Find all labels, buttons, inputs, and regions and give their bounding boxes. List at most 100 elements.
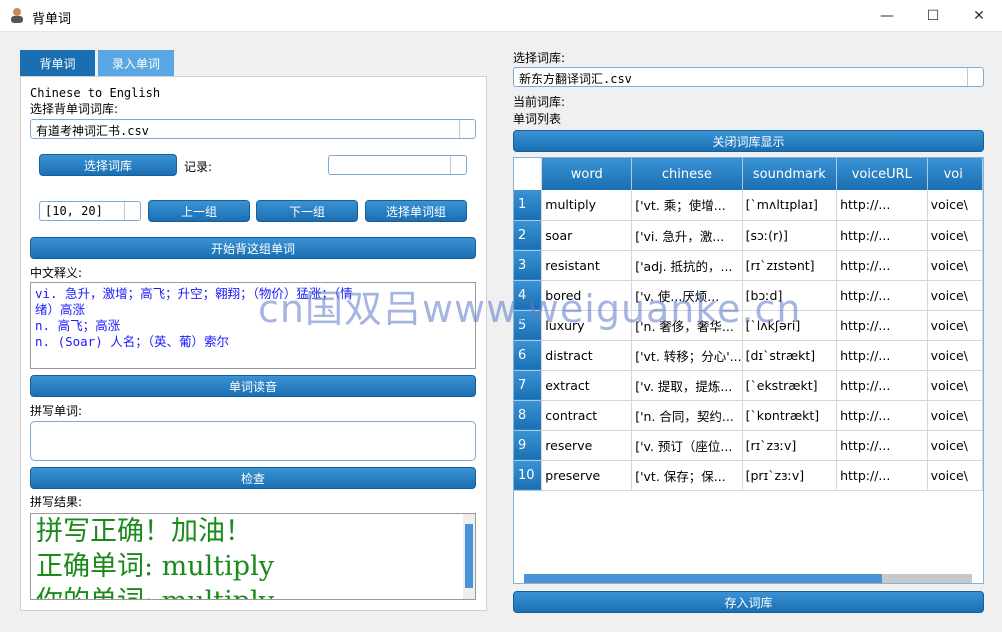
- cell-word[interactable]: reserve: [541, 430, 633, 461]
- tab-memorize[interactable]: 背单词: [20, 50, 95, 76]
- cell-word[interactable]: luxury: [541, 310, 633, 341]
- row-number[interactable]: 5: [514, 310, 543, 341]
- table-row[interactable]: 6 distract ['vt. 转移；分心'... [dɪˋstrækt] http:…: [514, 340, 983, 371]
- cell-soundmark[interactable]: [ˋlʌkʃəri]: [742, 310, 838, 341]
- column-header-word[interactable]: word: [541, 158, 633, 190]
- row-number[interactable]: 3: [514, 250, 543, 281]
- cell-voice[interactable]: voice\: [927, 220, 983, 251]
- cell-voice[interactable]: voice\: [927, 370, 983, 401]
- dict-combo[interactable]: 有道考神词汇书.csv: [30, 119, 476, 139]
- column-header-voiceurl[interactable]: voiceURL: [836, 158, 928, 190]
- save-to-dict-button[interactable]: 存入词库: [513, 591, 984, 613]
- cell-soundmark[interactable]: [bɔːd]: [742, 280, 838, 311]
- choose-dict-button[interactable]: 选择词库: [39, 154, 177, 176]
- row-number[interactable]: 1: [514, 190, 543, 221]
- result-scroll-thumb[interactable]: [465, 524, 473, 588]
- table-row[interactable]: 8 contract ['n. 合同，契约... [ˋkɒntrækt] http://…: [514, 400, 983, 431]
- table-row[interactable]: 7 extract ['v. 提取，提炼... [ˋekstrækt] http://.…: [514, 370, 983, 401]
- cell-chinese[interactable]: ['adj. 抵抗的，...: [631, 250, 743, 281]
- row-number[interactable]: 7: [514, 370, 543, 401]
- table-row[interactable]: 9 reserve ['v. 预订（座位... [rɪˋzɜːv] http://...…: [514, 430, 983, 461]
- table-row[interactable]: 1 multiply ['vt. 乘；使增... [ˋmʌltɪplaɪ] http:/…: [514, 190, 983, 221]
- cell-chinese[interactable]: ['vi. 急升，激...: [631, 220, 743, 251]
- cell-voice[interactable]: voice\: [927, 190, 983, 221]
- cell-soundmark[interactable]: [ˋmʌltɪplaɪ]: [742, 190, 838, 221]
- cell-soundmark[interactable]: [rɪˋzɪstənt]: [742, 250, 838, 281]
- row-number[interactable]: 4: [514, 280, 543, 311]
- cell-chinese[interactable]: ['v. 使...厌烦...: [631, 280, 743, 311]
- cell-voiceurl[interactable]: http://...: [836, 190, 928, 221]
- check-button[interactable]: 检查: [30, 467, 476, 489]
- close-dict-display-button[interactable]: 关闭词库显示: [513, 130, 984, 152]
- row-number[interactable]: 10: [514, 460, 543, 491]
- cell-voice[interactable]: voice\: [927, 310, 983, 341]
- cell-chinese[interactable]: ['v. 预订（座位...: [631, 430, 743, 461]
- record-combo[interactable]: [328, 155, 467, 175]
- cell-voiceurl[interactable]: http://...: [836, 220, 928, 251]
- table-row[interactable]: 5 luxury ['n. 奢侈，奢华... [ˋlʌkʃəri] http://...…: [514, 310, 983, 341]
- spell-input[interactable]: [30, 421, 476, 461]
- chevron-down-icon[interactable]: [459, 120, 475, 138]
- cell-voiceurl[interactable]: http://...: [836, 400, 928, 431]
- cell-word[interactable]: distract: [541, 340, 633, 371]
- cell-word[interactable]: resistant: [541, 250, 633, 281]
- tab-enter-words[interactable]: 录入单词: [98, 50, 174, 76]
- column-header-voice[interactable]: voi: [927, 158, 983, 190]
- cell-voice[interactable]: voice\: [927, 340, 983, 371]
- cell-soundmark[interactable]: [sɔː(r)]: [742, 220, 838, 251]
- cell-word[interactable]: bored: [541, 280, 633, 311]
- cell-voiceurl[interactable]: http://...: [836, 310, 928, 341]
- row-number[interactable]: 9: [514, 430, 543, 461]
- minimize-button[interactable]: —: [864, 0, 910, 31]
- cell-voice[interactable]: voice\: [927, 400, 983, 431]
- column-header-soundmark[interactable]: soundmark: [742, 158, 838, 190]
- cell-voiceurl[interactable]: http://...: [836, 460, 928, 491]
- chevron-down-icon[interactable]: [967, 68, 983, 86]
- cell-chinese[interactable]: ['v. 提取，提炼...: [631, 370, 743, 401]
- table-hscroll-thumb[interactable]: [524, 574, 882, 583]
- row-number[interactable]: 2: [514, 220, 543, 251]
- prev-group-button[interactable]: 上一组: [148, 200, 250, 222]
- cell-voiceurl[interactable]: http://...: [836, 280, 928, 311]
- maximize-button[interactable]: ☐: [910, 0, 956, 31]
- table-row[interactable]: 10 preserve ['vt. 保存；保... [prɪˋzɜːv] http://…: [514, 460, 983, 491]
- cell-chinese[interactable]: ['vt. 转移；分心'...: [631, 340, 743, 371]
- cell-voice[interactable]: voice\: [927, 250, 983, 281]
- range-combo[interactable]: [10, 20]: [39, 201, 141, 221]
- cell-word[interactable]: preserve: [541, 460, 633, 491]
- cell-voiceurl[interactable]: http://...: [836, 250, 928, 281]
- next-group-button[interactable]: 下一组: [256, 200, 358, 222]
- cell-word[interactable]: soar: [541, 220, 633, 251]
- start-group-button[interactable]: 开始背这组单词: [30, 237, 476, 259]
- cell-voice[interactable]: voice\: [927, 280, 983, 311]
- table-row[interactable]: 4 bored ['v. 使...厌烦... [bɔːd] http://... voic…: [514, 280, 983, 311]
- table-row[interactable]: 2 soar ['vi. 急升，激... [sɔː(r)] http://... voic…: [514, 220, 983, 251]
- cell-word[interactable]: contract: [541, 400, 633, 431]
- cell-soundmark[interactable]: [rɪˋzɜːv]: [742, 430, 838, 461]
- cell-voice[interactable]: voice\: [927, 460, 983, 491]
- cell-voiceurl[interactable]: http://...: [836, 430, 928, 461]
- cell-soundmark[interactable]: [ˋekstrækt]: [742, 370, 838, 401]
- cell-voiceurl[interactable]: http://...: [836, 340, 928, 371]
- column-header-chinese[interactable]: chinese: [631, 158, 743, 190]
- result-scrollbar[interactable]: [463, 514, 475, 599]
- cell-word[interactable]: extract: [541, 370, 633, 401]
- cell-chinese[interactable]: ['n. 合同，契约...: [631, 400, 743, 431]
- row-number[interactable]: 8: [514, 400, 543, 431]
- cell-chinese[interactable]: ['vt. 保存；保...: [631, 460, 743, 491]
- cell-chinese[interactable]: ['n. 奢侈，奢华...: [631, 310, 743, 341]
- chevron-down-icon[interactable]: [450, 156, 466, 174]
- cell-word[interactable]: multiply: [541, 190, 633, 221]
- cell-soundmark[interactable]: [dɪˋstrækt]: [742, 340, 838, 371]
- row-number[interactable]: 6: [514, 340, 543, 371]
- chevron-down-icon[interactable]: [124, 202, 140, 220]
- cell-soundmark[interactable]: [ˋkɒntrækt]: [742, 400, 838, 431]
- cell-voice[interactable]: voice\: [927, 430, 983, 461]
- cell-soundmark[interactable]: [prɪˋzɜːv]: [742, 460, 838, 491]
- close-button[interactable]: ✕: [956, 0, 1002, 31]
- table-hscrollbar[interactable]: [524, 574, 972, 583]
- cell-chinese[interactable]: ['vt. 乘；使增...: [631, 190, 743, 221]
- right-dict-combo[interactable]: 新东方翻译词汇.csv: [513, 67, 984, 87]
- table-row[interactable]: 3 resistant ['adj. 抵抗的，... [rɪˋzɪstənt] http…: [514, 250, 983, 281]
- read-word-button[interactable]: 单词读音: [30, 375, 476, 397]
